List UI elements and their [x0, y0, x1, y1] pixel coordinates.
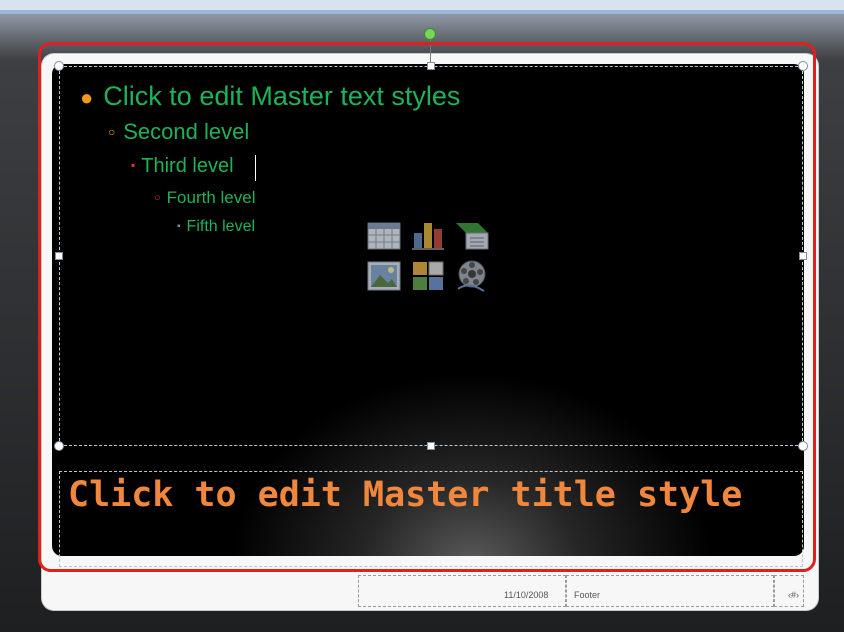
resize-handle-right[interactable]	[799, 252, 807, 260]
level-1-text: Click to edit Master text styles	[103, 81, 461, 111]
resize-handle-bottom[interactable]	[427, 442, 435, 450]
bullet-level-5[interactable]: ▪ Fifth level	[177, 218, 255, 236]
bullet-ring-icon: ○	[154, 192, 161, 204]
bullet-square-icon: ▪	[177, 221, 181, 232]
rotation-handle[interactable]	[424, 28, 436, 40]
bullet-ring-icon: ○	[108, 125, 116, 139]
level-4-text: Fourth level	[166, 188, 256, 207]
insert-smartart-icon[interactable]	[454, 219, 490, 253]
ribbon-edge	[0, 10, 844, 14]
resize-handle-left[interactable]	[55, 252, 63, 260]
bullet-level-4[interactable]: ○ Fourth level	[154, 188, 255, 208]
bullet-level-2[interactable]: ○ Second level	[108, 119, 249, 145]
level-5-text: Fifth level	[186, 218, 256, 235]
bullet-dot-icon: ●	[80, 85, 94, 110]
resize-handle-bottom-left[interactable]	[54, 441, 64, 451]
insert-chart-icon[interactable]	[410, 217, 446, 251]
resize-handle-bottom-right[interactable]	[798, 441, 808, 451]
resize-handle-top-left[interactable]	[54, 61, 64, 71]
rotation-stem	[430, 40, 431, 64]
insert-table-icon[interactable]	[366, 219, 402, 253]
content-insert-icons	[366, 217, 494, 295]
level-2-text: Second level	[123, 119, 250, 144]
insert-picture-icon[interactable]	[366, 259, 402, 293]
date-text: 11/10/2008	[504, 590, 549, 600]
insert-media-icon[interactable]	[454, 259, 490, 293]
insert-clipart-icon[interactable]	[410, 259, 446, 293]
resize-handle-top-right[interactable]	[798, 61, 808, 71]
level-3-text: Third level	[141, 155, 234, 177]
bullet-level-1[interactable]: ● Click to edit Master text styles	[80, 81, 460, 112]
bullet-square-icon: ▪	[131, 158, 136, 172]
text-cursor	[255, 155, 256, 181]
master-title-text: Click to edit Master title style	[68, 475, 743, 515]
window-top-strip	[0, 0, 844, 10]
bullet-level-3[interactable]: ▪ Third level	[131, 155, 234, 178]
footer-text: Footer	[574, 590, 601, 600]
resize-handle-top[interactable]	[427, 62, 435, 70]
slide-number-text: ‹#›	[788, 590, 799, 600]
